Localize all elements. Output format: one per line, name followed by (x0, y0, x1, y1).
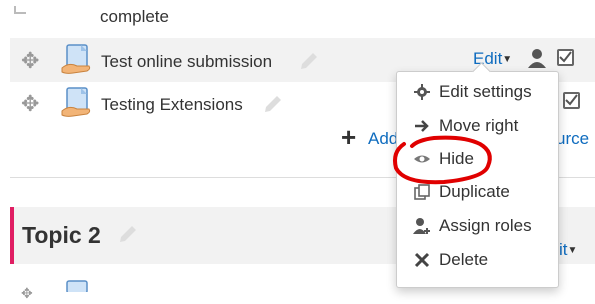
indent-marker (14, 6, 26, 14)
assignment-icon (66, 280, 88, 292)
user-plus-icon (413, 218, 430, 234)
plus-icon[interactable]: + (341, 124, 356, 150)
activity-label-complete: complete (100, 7, 169, 26)
menu-item-edit-settings[interactable]: Edit settings (413, 78, 532, 106)
add-activity-link-right[interactable]: urce (556, 129, 589, 149)
section-edit-menu[interactable]: it▼ (559, 240, 577, 260)
arrow-right-icon (415, 120, 429, 132)
assignment-icon (61, 87, 91, 117)
activity-row-partial: complete (0, 0, 595, 34)
eye-icon (414, 155, 430, 163)
activity-label-test-online-submission[interactable]: Test online submission (101, 52, 272, 72)
add-activity-link-left[interactable]: Add (368, 129, 398, 149)
caret-down-icon: ▼ (502, 54, 513, 66)
duplicate-icon (414, 184, 430, 200)
x-icon (414, 252, 430, 268)
pencil-icon[interactable] (298, 50, 320, 72)
section-title: Topic 2 (22, 222, 101, 248)
menu-item-label: Hide (439, 149, 474, 168)
completion-checkbox[interactable] (557, 49, 574, 66)
edit-label-partial: it (559, 240, 568, 259)
check-icon (565, 94, 578, 106)
menu-item-label: Delete (439, 250, 489, 269)
menu-item-duplicate[interactable]: Duplicate (413, 178, 510, 206)
activity-label-testing-extensions[interactable]: Testing Extensions (101, 95, 243, 115)
caret-down-icon: ▼ (567, 245, 578, 257)
action-menu-dropdown: Edit settings Move right Hide Duplicate … (396, 62, 559, 288)
move-icon[interactable]: ✥ (21, 50, 39, 72)
assignment-icon (61, 44, 91, 74)
move-icon[interactable]: ✥ (21, 282, 33, 304)
menu-item-assign-roles[interactable]: Assign roles (413, 212, 532, 240)
menu-item-delete[interactable]: Delete (413, 246, 488, 274)
menu-item-label: Edit settings (439, 82, 532, 101)
check-icon (559, 51, 572, 63)
menu-item-label: Duplicate (439, 182, 510, 201)
user-icon[interactable] (527, 48, 547, 68)
gear-icon (414, 84, 430, 100)
menu-item-label: Move right (439, 116, 519, 135)
menu-item-label: Assign roles (439, 216, 532, 235)
completion-checkbox[interactable] (563, 92, 580, 109)
pencil-icon[interactable] (262, 93, 284, 115)
pencil-icon[interactable] (117, 223, 139, 245)
menu-item-hide[interactable]: Hide (413, 145, 474, 173)
move-icon[interactable]: ✥ (21, 93, 39, 115)
menu-item-move-right[interactable]: Move right (413, 112, 518, 140)
